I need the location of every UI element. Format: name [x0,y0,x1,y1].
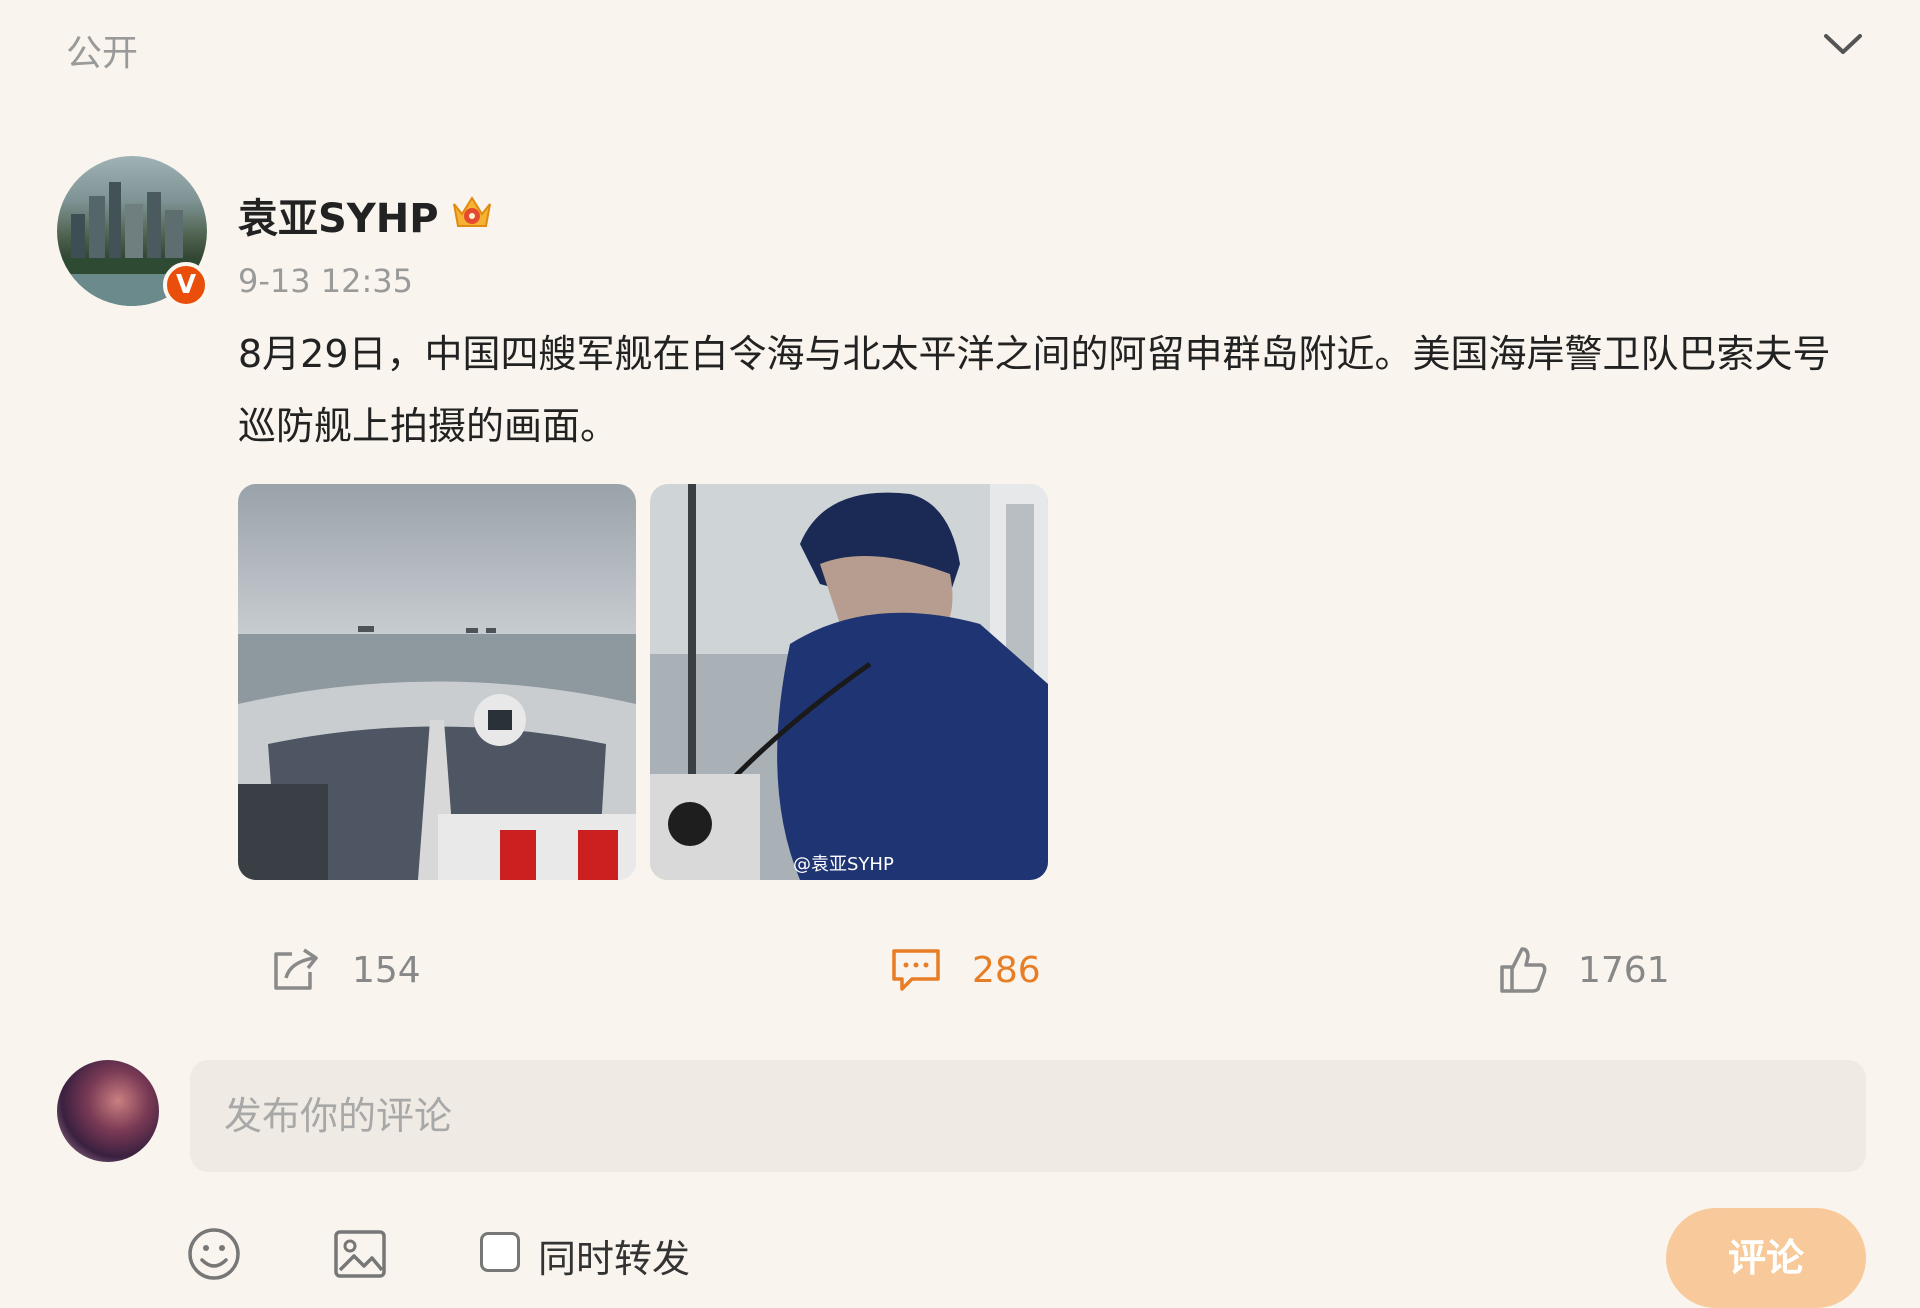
like-count: 1761 [1578,949,1670,991]
post-timestamp[interactable]: 9-13 12:35 [238,262,413,300]
emoji-icon[interactable] [186,1226,242,1282]
crown-icon[interactable] [448,190,496,234]
image-watermark: @袁亚SYHP [793,854,894,875]
chevron-down-icon[interactable] [1820,28,1866,58]
post-image-2[interactable]: @袁亚SYHP [650,484,1048,880]
comment-icon [892,949,940,991]
comment-input[interactable] [190,1060,1866,1172]
comment-button[interactable]: 286 [890,940,1041,1000]
share-icon [274,948,318,990]
visibility-label[interactable]: 公开 [66,24,138,76]
post-image-1[interactable] [238,484,636,880]
share-button[interactable]: 154 [270,940,421,1000]
submit-comment-button[interactable]: 评论 [1666,1208,1866,1308]
verified-badge-icon: V [163,262,209,308]
author-name[interactable]: 袁亚SYHP [238,186,439,244]
like-button[interactable]: 1761 [1498,940,1670,1000]
repost-checkbox[interactable] [480,1232,520,1272]
post-text: 8月29日，中国四艘军舰在白令海与北太平洋之间的阿留申群岛附近。美国海岸警卫队巴… [238,332,1831,448]
thumbs-up-icon [1500,947,1547,993]
share-count: 154 [352,949,421,991]
comment-count: 286 [972,949,1041,991]
image-upload-icon[interactable] [332,1226,388,1282]
repost-label[interactable]: 同时转发 [538,1228,690,1283]
current-user-avatar[interactable] [57,1060,159,1162]
